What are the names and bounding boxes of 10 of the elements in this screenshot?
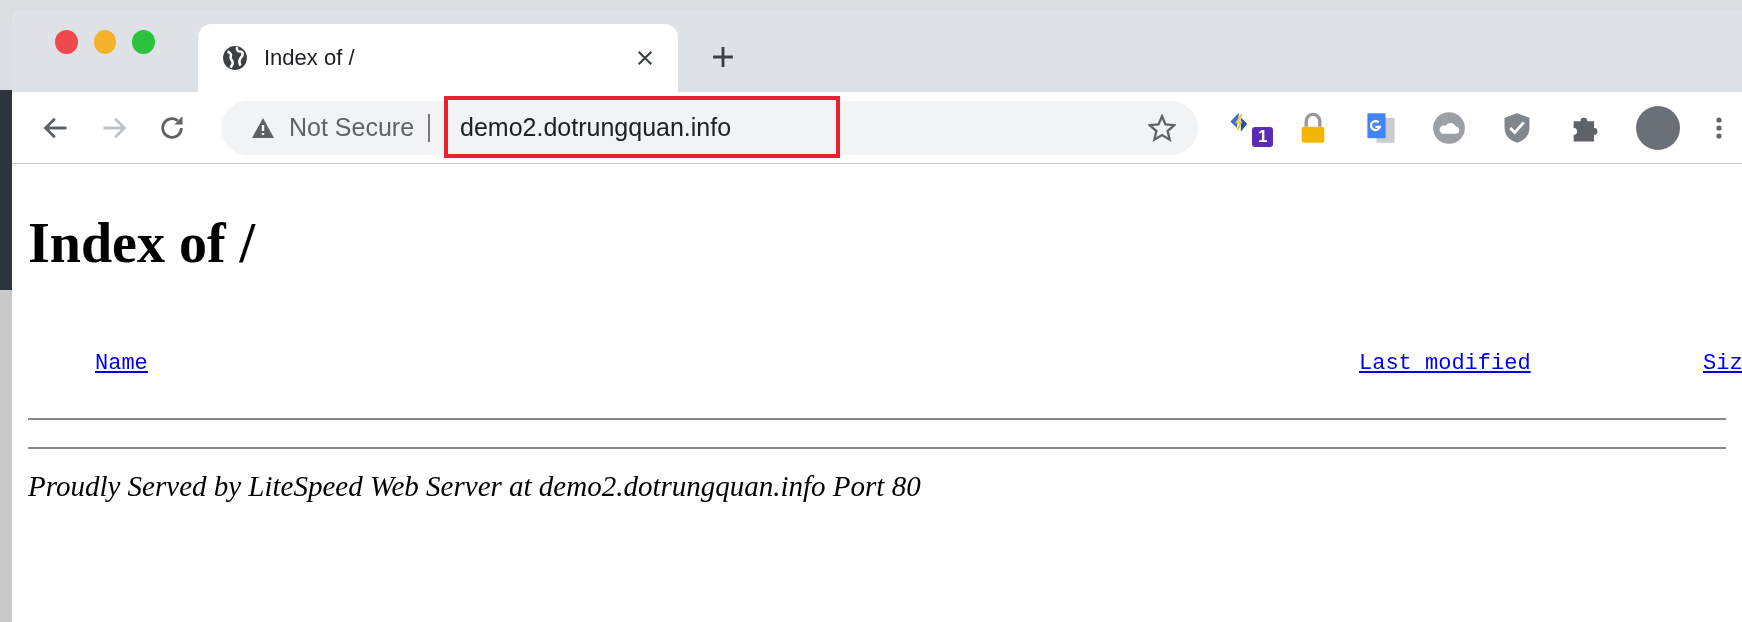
security-label: Not Secure: [289, 113, 415, 142]
address-bar[interactable]: Not Secure demo2.dotrungquan.info: [221, 100, 1198, 155]
column-sort-link[interactable]: Last modified: [1359, 351, 1531, 376]
url-text: demo2.dotrungquan.info: [460, 113, 733, 142]
page-heading: Index of /: [28, 211, 257, 275]
extension-badge: 1: [1252, 126, 1274, 147]
column-sort-link[interactable]: Name: [95, 351, 148, 376]
browser-tab[interactable]: Index of /: [198, 24, 678, 92]
server-footer: Proudly Served by LiteSpeed Web Server at demo2.dotrungquan.info Port 80: [28, 470, 1726, 503]
column-sort-link[interactable]: Siz: [1703, 351, 1742, 376]
